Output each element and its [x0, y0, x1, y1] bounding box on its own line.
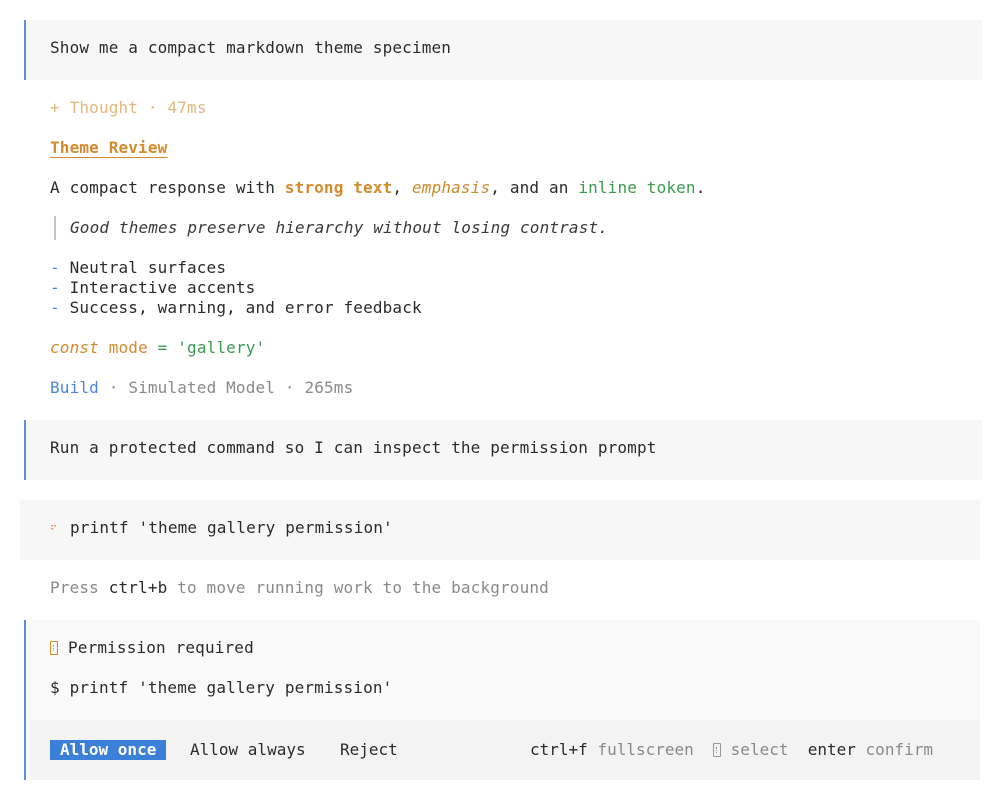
permission-title: Permission required: [50, 638, 254, 658]
hint-label: select: [730, 740, 789, 759]
separator: ·: [284, 378, 295, 397]
separator: ·: [108, 378, 119, 397]
paragraph-text: A compact response with: [50, 178, 285, 197]
hint-label: confirm: [865, 740, 933, 759]
permission-body: [26, 620, 980, 720]
lock-icon: [50, 641, 58, 655]
response-heading: Theme Review: [50, 138, 168, 157]
inline-code: inline token: [578, 178, 696, 197]
hint-text: Press: [50, 578, 109, 597]
allow-once-button[interactable]: Allow once: [50, 740, 167, 760]
shortcut-key: enter: [807, 740, 856, 759]
hint-label: fullscreen: [597, 740, 694, 759]
model-name: Simulated Model: [128, 378, 276, 397]
bullet-marker: -: [50, 258, 60, 277]
command-text: printf 'theme gallery permission': [70, 518, 393, 537]
list-item-text: Interactive accents: [69, 278, 256, 297]
shortcut-key: ctrl+f: [530, 740, 588, 759]
code-keyword: const: [50, 338, 99, 357]
list-item: - Neutral surfaces: [50, 258, 226, 278]
list-item: - Interactive accents: [50, 278, 255, 298]
shortcut-key: ctrl+b: [108, 578, 168, 597]
emphasis-text: emphasis: [412, 178, 491, 197]
allow-always-button[interactable]: Allow always: [190, 740, 306, 760]
hint-text: to move running work to the background: [167, 578, 549, 597]
background-hint: Press ctrl+b to move running work to the…: [50, 578, 549, 598]
list-item: - Success, warning, and error feedback: [50, 298, 422, 318]
code-line: const mode = 'gallery': [50, 338, 265, 358]
thought-toggle[interactable]: + Thought · 47ms: [50, 98, 207, 118]
spinner-icon: ⠋: [50, 525, 58, 536]
response-meta: Build · Simulated Model · 265ms: [50, 378, 353, 398]
paragraph-text: .: [695, 178, 706, 197]
bullet-marker: -: [50, 278, 60, 297]
keyboard-hints: ctrl+f fullscreen select enter confirm: [530, 740, 933, 760]
blockquote-text: Good themes preserve hierarchy without l…: [70, 218, 609, 237]
code-string: 'gallery': [177, 338, 266, 357]
separator: ·: [147, 98, 158, 117]
response-paragraph: A compact response with strong text, emp…: [50, 178, 706, 198]
code-identifier: mode: [108, 338, 148, 357]
code-operator: =: [157, 338, 168, 357]
thought-duration: 47ms: [167, 98, 207, 117]
bullet-marker: -: [50, 298, 60, 317]
list-item-text: Neutral surfaces: [69, 258, 227, 277]
paragraph-text: , and an: [490, 178, 579, 197]
prompt-symbol: $: [50, 678, 60, 697]
permission-title-text: Permission required: [68, 638, 254, 657]
thought-label: Thought: [69, 98, 139, 117]
permission-command: $ printf 'theme gallery permission': [50, 678, 392, 698]
up-down-arrows-icon: [713, 743, 722, 757]
user-prompt-text: Show me a compact markdown theme specime…: [50, 38, 452, 57]
reject-button[interactable]: Reject: [340, 740, 398, 760]
list-item-text: Success, warning, and error feedback: [69, 298, 422, 317]
blockquote-bar: [54, 216, 56, 240]
permission-command-text: printf 'theme gallery permission': [69, 678, 393, 697]
agent-name: Build: [50, 378, 99, 397]
response-duration: 265ms: [304, 378, 354, 397]
thought-expand-icon: +: [50, 98, 60, 117]
running-command: ⠋ printf 'theme gallery permission': [50, 518, 393, 538]
user-prompt-text: Run a protected command so I can inspect…: [50, 438, 657, 457]
paragraph-text: ,: [392, 178, 412, 197]
strong-text: strong text: [284, 178, 393, 197]
